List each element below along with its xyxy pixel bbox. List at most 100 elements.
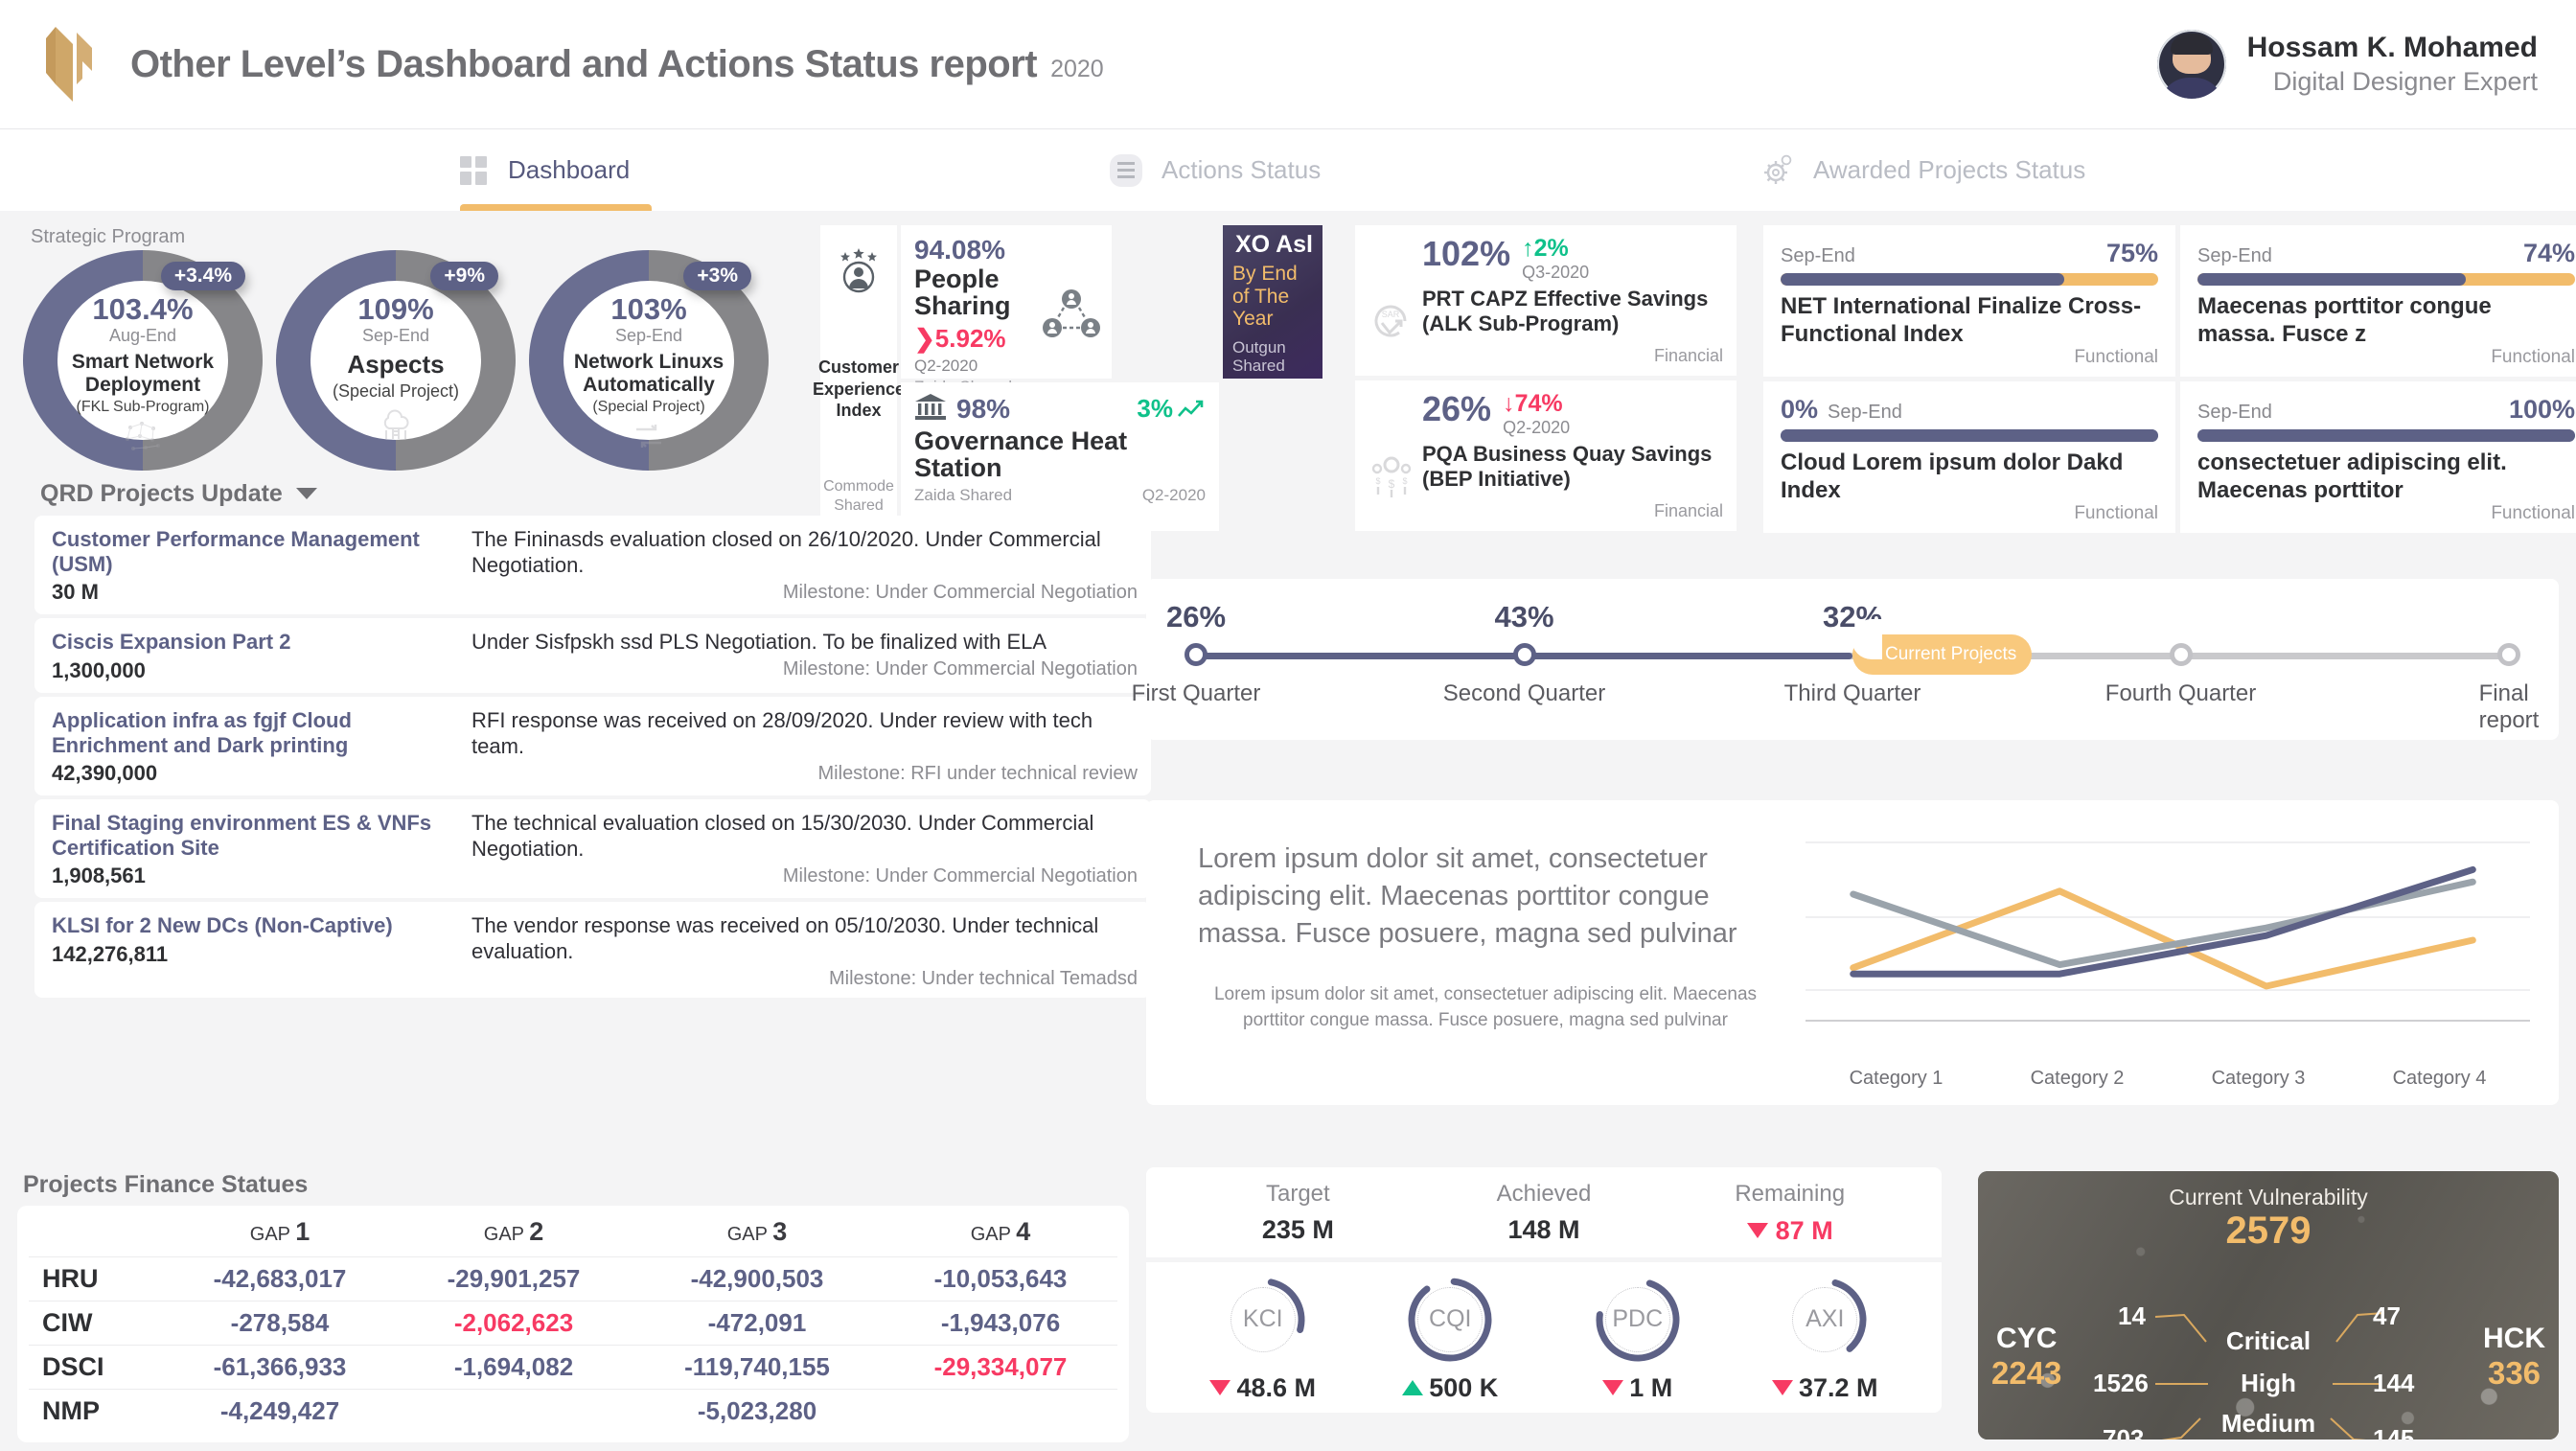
gauge-delta-value: 37.2 M	[1798, 1372, 1878, 1402]
gauge-cqi[interactable]: CQI 500 K	[1357, 1274, 1545, 1403]
xo-subtitle: By End of The Year	[1232, 263, 1298, 331]
user-role: Digital Designer Expert	[2272, 66, 2538, 96]
donut-smart-network[interactable]: +3.4% 103.4% Aug-End Smart Network Deplo…	[23, 250, 263, 471]
governance-owner: Zaida Shared	[914, 485, 1013, 504]
pqa-change-value: 74%	[1514, 390, 1563, 417]
gear-badge-icon	[1761, 154, 1794, 187]
finance-cell: -1,694,082	[397, 1345, 631, 1390]
gauge-code: KCI	[1230, 1286, 1296, 1352]
xo-asl-card[interactable]: XO Asl By End of The Year Outgun Shared	[1223, 225, 1322, 379]
progress-tag: Functional	[2491, 347, 2575, 367]
finance-cell: -4,249,427	[163, 1389, 397, 1433]
gauge-delta-value: 1 M	[1629, 1372, 1673, 1402]
vulnerability-critical-left: 14	[2118, 1301, 2146, 1330]
gauge-arc: KCI	[1217, 1274, 1309, 1366]
progress-card-net-international[interactable]: Sep-End 75% NET International Finalize C…	[1763, 225, 2175, 377]
gauge-delta: 37.2 M	[1771, 1372, 1878, 1403]
people-sharing-card[interactable]: 94.08% People Sharing ❯5.92% Q2-2020 Zai…	[901, 225, 1112, 396]
timeline-node-q4[interactable]	[2169, 643, 2193, 666]
qrd-project-milestone: Milestone: Under Commercial Negotiation	[782, 657, 1138, 679]
qrd-row[interactable]: KLSI for 2 New DCs (Non-Captive) 142,276…	[34, 902, 1151, 998]
vulnerability-level-medium: Medium	[2220, 1409, 2316, 1438]
donut-aspects[interactable]: +9% 109% Sep-End Aspects (Special Projec…	[276, 250, 516, 471]
user-profile[interactable]: Hossam K. Mohamed Digital Designer Exper…	[2156, 30, 2538, 99]
prt-capz-tag: Financial	[1653, 346, 1723, 365]
people-network-icon	[1043, 288, 1100, 344]
finance-cell: -1,943,076	[883, 1301, 1117, 1346]
timeline-label-q4: Fourth Quarter	[2104, 680, 2257, 706]
tab-actions-status[interactable]: Actions Status	[1110, 153, 1322, 187]
tab-dashboard-label: Dashboard	[508, 155, 631, 184]
list-icon	[1110, 153, 1142, 187]
gauge-code: PDC	[1604, 1286, 1670, 1352]
donut-name: Smart Network Deployment	[71, 351, 215, 396]
progress-name: Maecenas porttitor congue massa. Fusce z	[2197, 293, 2492, 347]
qrd-project-milestone: Milestone: Under Commercial Negotiation	[782, 581, 1138, 603]
progress-bar	[1781, 429, 2158, 442]
remaining-label: Remaining	[1735, 1181, 1846, 1207]
qrd-project-name: Application infra as fgjf Cloud Enrichme…	[52, 708, 352, 757]
line-chart: Category 1 Category 2 Category 3 Categor…	[1788, 825, 2530, 1092]
governance-name: Governance Heat Station	[914, 426, 1128, 483]
prt-capz-savings-card[interactable]: 102% ↑2% Q3-2020 PRT CAPZ Effective Savi…	[1355, 225, 1736, 376]
donut-period: Sep-End	[361, 326, 430, 345]
progress-card-maecenas[interactable]: Sep-End 74% Maecenas porttitor congue ma…	[2180, 225, 2576, 377]
timeline-node-final[interactable]	[2497, 643, 2520, 666]
finance-cell: -61,366,933	[163, 1345, 397, 1390]
progress-value: 74%	[2522, 239, 2575, 267]
main-nav: Dashboard Actions Status Awarded Project…	[0, 129, 2576, 211]
progress-value: 100%	[2508, 395, 2575, 424]
finance-cell	[883, 1389, 1117, 1433]
donut-network-linuxs[interactable]: +3% 103% Sep-End Network Linuxs Automati…	[529, 250, 769, 471]
qrd-row[interactable]: Final Staging environment ES & VNFs Cert…	[34, 799, 1151, 899]
qrd-project-desc: The technical evaluation closed on 15/30…	[472, 811, 1094, 861]
tab-actions-status-label: Actions Status	[1162, 155, 1322, 184]
tab-awarded-projects[interactable]: Awarded Projects Status	[1761, 154, 2085, 187]
finance-col-gap-3: GAP 3	[726, 1217, 788, 1246]
governance-change-value: 3%	[1137, 394, 1173, 423]
gauge-axi[interactable]: AXI 37.2 M	[1732, 1274, 1920, 1403]
arrow-down-icon: ❯	[914, 323, 935, 353]
tab-dashboard[interactable]: Dashboard	[460, 155, 630, 185]
line-chart-cat-4: Category 4	[2392, 1068, 2487, 1089]
xo-footer: Outgun Shared	[1232, 337, 1286, 376]
qrd-project-amount: 1,908,561	[52, 864, 146, 888]
pqa-business-savings-card[interactable]: 26% ↓74% Q2-2020 PQA Business Quay Savin…	[1355, 380, 1736, 531]
chevron-down-icon[interactable]	[294, 480, 319, 508]
vulnerability-level-critical: Critical	[2225, 1326, 2312, 1355]
progress-value: 75%	[2105, 239, 2158, 267]
achieved-value: 148 M	[1507, 1215, 1580, 1244]
finance-cell	[397, 1389, 631, 1433]
progress-name: Cloud Lorem ipsum dolor Dakd Index	[1781, 449, 2124, 503]
donut-name: Aspects	[347, 350, 445, 379]
donut-sub: (Special Project)	[332, 381, 460, 402]
progress-period: Sep-End	[1781, 245, 1855, 266]
table-row: NMP -4,249,427 -5,023,280	[29, 1389, 1117, 1433]
finance-cell: -119,740,155	[631, 1345, 884, 1390]
gauge-kci[interactable]: KCI 48.6 M	[1169, 1274, 1357, 1403]
current-vulnerability-card[interactable]: Current Vulnerability 2579 CYC 2243 HCK …	[1978, 1171, 2559, 1439]
timeline-node-q1[interactable]	[1184, 643, 1208, 666]
target-label: Target	[1265, 1181, 1330, 1207]
donut-sub: (Special Project)	[592, 399, 705, 416]
triangle-down-icon	[1209, 1380, 1231, 1395]
qrd-row[interactable]: Ciscis Expansion Part 2 1,300,000 Under …	[34, 618, 1151, 694]
qrd-project-name: Ciscis Expansion Part 2	[52, 630, 291, 655]
qrd-row[interactable]: Application infra as fgjf Cloud Enrichme…	[34, 697, 1151, 796]
gears-money-icon: $ $ $	[1368, 453, 1414, 504]
xo-title: XO Asl	[1234, 231, 1313, 258]
governance-heat-station-card[interactable]: 98% 3% Governance Heat Station Zaida Sha…	[901, 382, 1219, 531]
timeline-percent-q1: 26%	[1165, 600, 1227, 633]
remaining-value: 87 M	[1667, 1215, 1913, 1246]
timeline-current-label: Current Projects	[1885, 644, 2017, 664]
customer-experience-card[interactable]: Customer Experience Index Commode Shared	[813, 225, 905, 531]
gauge-pdc[interactable]: PDC 1 M	[1544, 1274, 1732, 1403]
timeline-label-row: First Quarter Second Quarter Third Quart…	[1132, 680, 2540, 733]
timeline-track[interactable]: Current Projects	[1184, 619, 2520, 675]
gauge-delta: 1 M	[1602, 1373, 1672, 1403]
timeline-node-q2[interactable]	[1512, 643, 1536, 666]
progress-card-cloud-lorem[interactable]: 0% Sep-End Cloud Lorem ipsum dolor Dakd …	[1763, 381, 2175, 533]
lorem-line-chart-card: Lorem ipsum dolor sit amet, consectetuer…	[1146, 800, 2559, 1105]
progress-card-consectetuer[interactable]: Sep-End 100% consectetuer adipiscing eli…	[2180, 381, 2576, 533]
prt-capz-quarter: Q3-2020	[1522, 263, 1590, 282]
